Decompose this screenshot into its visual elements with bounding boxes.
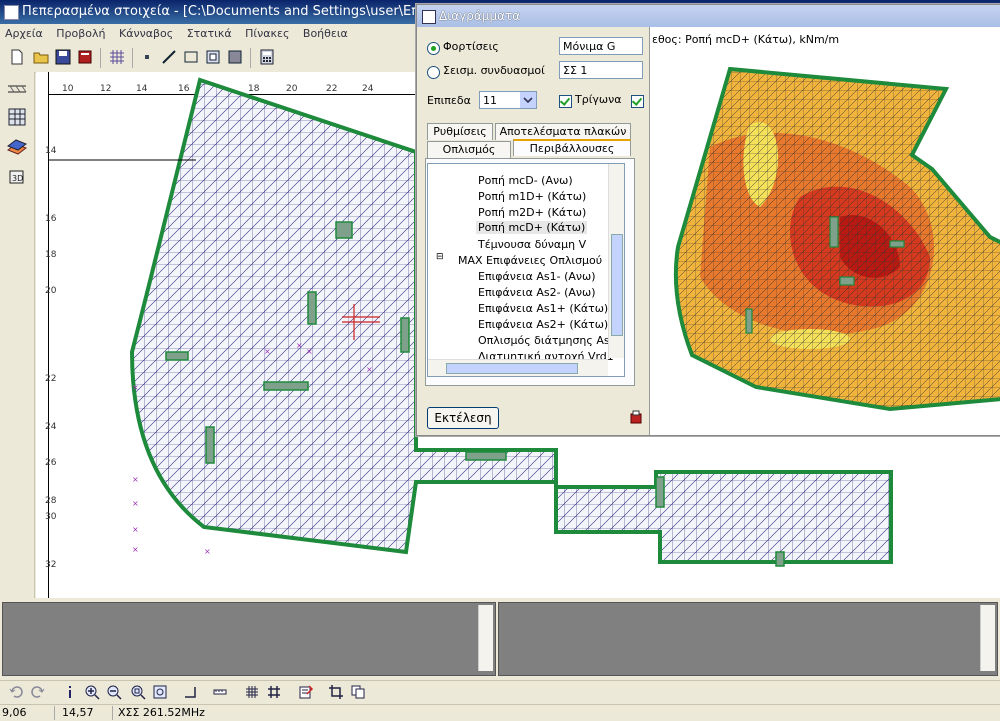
corner-icon[interactable]: [182, 684, 198, 700]
line-tool-icon[interactable]: [160, 48, 178, 66]
status-x: 9,06: [2, 706, 27, 719]
svg-text:×: ×: [366, 365, 373, 374]
contour-plot[interactable]: εθος: Ροπή mcD+ (Κάτω), kNm/m: [649, 27, 1000, 435]
menu-view[interactable]: Προβολή: [51, 24, 110, 43]
left-toolbar: 3D: [0, 72, 35, 598]
svg-text:×: ×: [132, 545, 139, 554]
tree-item[interactable]: Ροπή m2D+ (Κάτω): [478, 206, 586, 219]
tree-item[interactable]: Οπλισμός διάτμησης Asv: [478, 334, 616, 347]
svg-text:×: ×: [132, 383, 139, 392]
output-panel-left[interactable]: [2, 602, 496, 676]
contour-graphic: [673, 66, 1000, 412]
redo-icon[interactable]: [30, 684, 46, 700]
zoom-extents-icon[interactable]: [152, 684, 168, 700]
tree-item[interactable]: Επιφάνεια As2+ (Κάτω): [478, 318, 608, 331]
app-icon: [4, 5, 19, 20]
chevron-down-icon[interactable]: [520, 92, 536, 108]
svg-text:×: ×: [204, 547, 211, 556]
tree-item[interactable]: Επιφάνεια As1- (Ανω): [478, 270, 596, 283]
dialog-title: Διαγράμματα: [439, 9, 521, 23]
menu-file[interactable]: Αρχεία: [0, 24, 48, 43]
right-panel-scrollbar[interactable]: [980, 605, 995, 671]
collapse-icon[interactable]: ⊟: [436, 252, 444, 262]
grid-snap-icon[interactable]: [266, 684, 282, 700]
menu-help[interactable]: Βοήθεια: [298, 24, 353, 43]
diagrams-dialog: Διαγράμματα Φορτίσεις Σεισμ. συνδυασμοί …: [416, 4, 1000, 436]
tree-horizontal-scrollbar[interactable]: [428, 359, 608, 376]
grid-toggle-icon[interactable]: [244, 684, 260, 700]
open-folder-icon[interactable]: [32, 48, 50, 66]
point-icon[interactable]: [138, 48, 156, 66]
dialog-title-bar: Διαγράμματα: [417, 5, 1000, 27]
status-bar: 9,06 14,57 ΧΣΣ 261.52MHz: [0, 704, 1000, 721]
tree-item[interactable]: Ροπή m1D+ (Κάτω): [478, 190, 586, 203]
menu-static[interactable]: Στατικά: [182, 24, 237, 43]
undo-icon[interactable]: [8, 684, 24, 700]
tree-item[interactable]: Ροπή mcD- (Ανω): [478, 174, 573, 187]
tab-reinforcement[interactable]: Οπλισμός: [427, 141, 511, 158]
svg-text:×: ×: [132, 499, 139, 508]
bottom-toolbar: [0, 680, 1000, 705]
svg-text:×: ×: [132, 525, 139, 534]
tree-item-selected[interactable]: Ροπή mcD+ (Κάτω): [476, 221, 588, 234]
level-select[interactable]: 11: [479, 91, 537, 109]
copy-icon[interactable]: [350, 684, 366, 700]
triangles-checkbox[interactable]: [559, 95, 572, 108]
seismic-radio[interactable]: [427, 66, 440, 79]
grid-icon[interactable]: [108, 48, 126, 66]
tree-item[interactable]: Επιφάνεια As1+ (Κάτω): [478, 302, 608, 315]
table-icon[interactable]: [6, 106, 28, 128]
left-panel-scrollbar[interactable]: [478, 605, 493, 671]
status-info: ΧΣΣ 261.52MHz: [118, 706, 205, 719]
bottom-panels: [0, 598, 1000, 680]
tab-envelopes[interactable]: Περιβάλλουσες: [513, 139, 631, 156]
beam-icon[interactable]: [6, 78, 28, 100]
calculator-icon[interactable]: [258, 48, 276, 66]
crop-icon[interactable]: [328, 684, 344, 700]
tab-settings[interactable]: Ρυθμίσεις: [427, 123, 493, 140]
level-value: 11: [483, 94, 497, 107]
tab-slab-results[interactable]: Αποτελέσματα πλακών: [495, 123, 631, 140]
window-title: Πεπερασμένα στοιχεία - [C:\Documents and…: [22, 4, 441, 19]
triangles-label: Τρίγωνα: [575, 93, 622, 106]
svg-text:×: ×: [296, 341, 303, 350]
status-y: 14,57: [62, 706, 94, 719]
color-layers-icon[interactable]: [6, 136, 28, 158]
dialog-app-icon: [422, 10, 436, 24]
extra-checkbox[interactable]: [631, 95, 644, 108]
seismic-radio-label: Σεισμ. συνδυασμοί: [443, 64, 545, 77]
tree-item[interactable]: Επιφάνεια As2- (Ανω): [478, 286, 596, 299]
seismic-field[interactable]: ΣΣ 1: [559, 61, 643, 79]
results-tree[interactable]: Ροπή mcD- (Ανω) Ροπή m1D+ (Κάτω) Ροπή m2…: [427, 163, 625, 377]
svg-text:×: ×: [132, 475, 139, 484]
tree-vertical-scrollbar[interactable]: [608, 164, 624, 358]
execute-button[interactable]: Εκτέλεση: [427, 407, 499, 429]
print-icon[interactable]: [629, 409, 643, 425]
properties-icon[interactable]: [298, 684, 314, 700]
output-panel-right[interactable]: [498, 602, 998, 676]
tree-item[interactable]: Τέμνουσα δύναμη V: [478, 238, 586, 251]
loads-radio[interactable]: [427, 42, 440, 55]
rect-tool-icon[interactable]: [182, 48, 200, 66]
zoom-in-icon[interactable]: [84, 684, 100, 700]
loads-radio-label: Φορτίσεις: [443, 40, 499, 53]
menu-tables[interactable]: Πίνακες: [240, 24, 294, 43]
svg-text:×: ×: [306, 347, 313, 356]
zoom-window-icon[interactable]: [130, 684, 146, 700]
zoom-out-icon[interactable]: [106, 684, 122, 700]
frame-tool-icon[interactable]: [204, 48, 222, 66]
info-icon[interactable]: [62, 684, 78, 700]
ruler-icon[interactable]: [212, 684, 228, 700]
new-file-icon[interactable]: [8, 48, 26, 66]
level-label: Επιπεδα: [427, 94, 471, 107]
fill-tool-icon[interactable]: [226, 48, 244, 66]
svg-text:3D: 3D: [12, 174, 23, 183]
tree-group[interactable]: MAX Επιφάνειες Οπλισμού: [458, 254, 602, 267]
book-icon[interactable]: [76, 48, 94, 66]
svg-text:×: ×: [264, 347, 271, 356]
menu-grid[interactable]: Κάνναβος: [114, 24, 178, 43]
save-icon[interactable]: [54, 48, 72, 66]
3d-view-icon[interactable]: 3D: [6, 166, 28, 188]
loads-field[interactable]: Μόνιμα G: [559, 37, 643, 55]
